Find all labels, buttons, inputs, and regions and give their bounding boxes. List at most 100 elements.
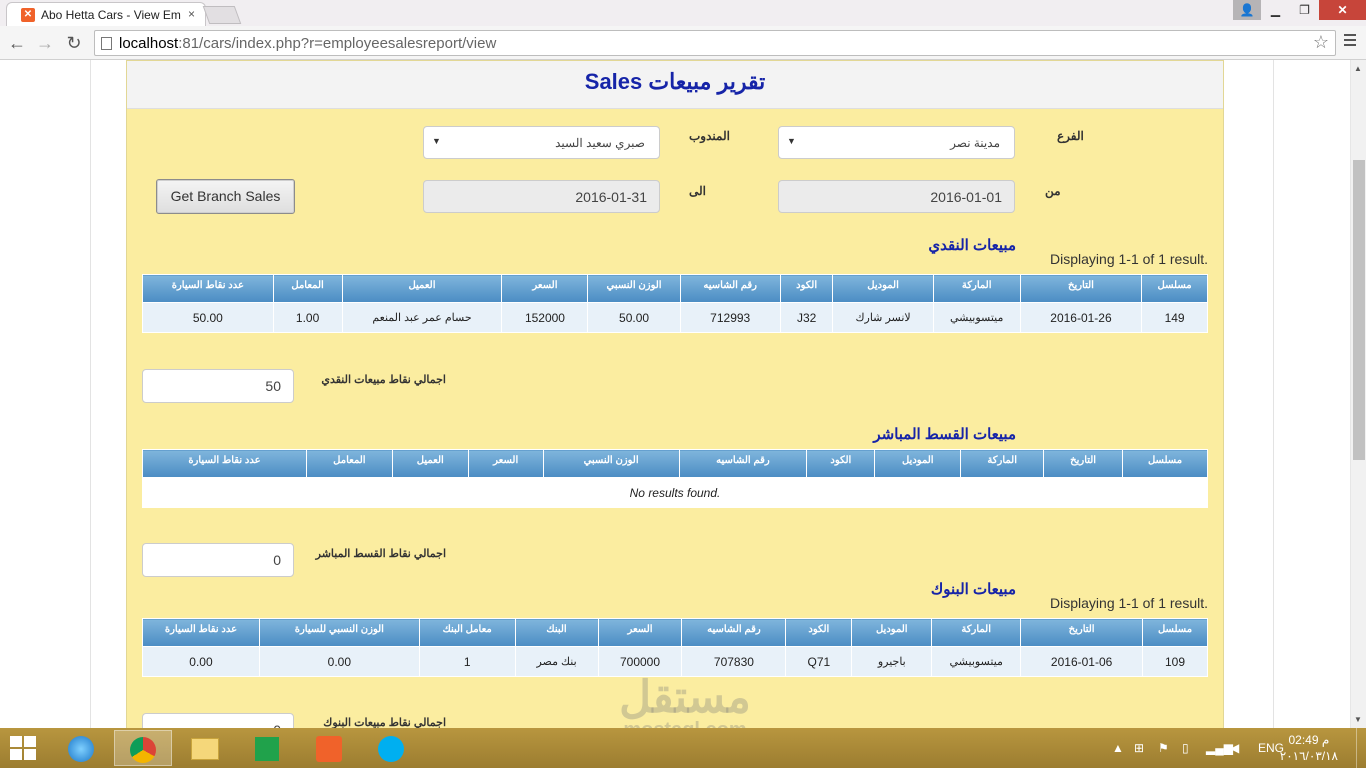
scroll-up-arrow-icon[interactable]: ▲ — [1354, 64, 1362, 73]
show-hidden-icons-icon[interactable]: ▲ — [1112, 741, 1124, 755]
windows-start-icon[interactable] — [10, 736, 38, 760]
page-scrollbar[interactable]: ▲ ▼ — [1350, 60, 1366, 728]
restore-button[interactable]: ❐ — [1290, 0, 1319, 20]
table-cell: 1 — [418, 646, 516, 677]
action-center-flag-icon[interactable]: ⚑ — [1158, 741, 1169, 755]
from-label: من — [1045, 184, 1061, 198]
column-header[interactable]: رقم الشاسيه — [679, 274, 781, 303]
column-header[interactable]: الوزن النسبي للسيارة — [258, 618, 420, 647]
rep-select[interactable]: صبري سعيد السيد ▼ — [423, 126, 660, 159]
table-cell: 1.00 — [272, 302, 343, 333]
table-cell: ميتسوبيشي — [931, 646, 1022, 677]
from-date-input[interactable]: 2016-01-01 — [778, 180, 1015, 213]
browser-tab[interactable]: ✕ Abo Hetta Cars - View Em × — [6, 2, 206, 26]
tab-close-button[interactable]: × — [188, 7, 195, 21]
column-header[interactable]: التاريخ — [1019, 274, 1143, 303]
close-window-button[interactable]: ✕ — [1319, 0, 1366, 20]
column-header[interactable]: الوزن النسبي — [542, 449, 680, 478]
column-header[interactable]: الماركة — [932, 274, 1021, 303]
column-header[interactable]: الكود — [779, 274, 834, 303]
table-cell: 707830 — [681, 646, 787, 677]
table-cell: 0.00 — [258, 646, 420, 677]
branch-selected-value: مدينة نصر — [950, 136, 1000, 150]
column-header[interactable]: رقم الشاسيه — [681, 618, 787, 647]
network-signal-icon[interactable]: ▂▄▆ — [1206, 741, 1233, 755]
to-label: الى — [689, 184, 706, 198]
bank-total-input[interactable]: 0 — [142, 713, 294, 728]
installment-total-input[interactable]: 0 — [142, 543, 294, 577]
back-arrow-icon[interactable]: ← — [6, 32, 28, 54]
skype-icon[interactable] — [362, 730, 420, 766]
scroll-down-arrow-icon[interactable]: ▼ — [1354, 715, 1362, 724]
table-cell: 0.00 — [142, 646, 260, 677]
column-header[interactable]: العميل — [341, 274, 503, 303]
installment-sales-table: مسلسل التاريخ الماركة الموديل الكود رقم … — [142, 449, 1208, 508]
column-header[interactable]: السعر — [467, 449, 544, 478]
table-cell: J32 — [779, 302, 834, 333]
column-header[interactable]: عدد نقاط السيارة — [142, 449, 307, 478]
get-branch-sales-button[interactable]: Get Branch Sales — [156, 179, 295, 214]
system-clock[interactable]: 02:49 م ٢٠١٦/٠٣/١٨ — [1280, 732, 1338, 764]
mostaql-watermark: مستقل mostaql.com — [619, 673, 751, 729]
column-header[interactable]: العميل — [391, 449, 469, 478]
page-icon — [101, 37, 112, 50]
column-header[interactable]: عدد نقاط السيارة — [142, 274, 274, 303]
branch-select[interactable]: مدينة نصر ▼ — [778, 126, 1015, 159]
column-header[interactable]: السعر — [597, 618, 683, 647]
table-row: No results found. — [142, 477, 1208, 508]
scrollbar-thumb[interactable] — [1353, 160, 1365, 460]
cash-total-label: اجمالي نقاط مبيعات النقدي — [321, 374, 446, 386]
battery-icon[interactable]: ▯ — [1182, 741, 1189, 755]
column-header[interactable]: الكود — [806, 449, 876, 478]
xampp-icon[interactable] — [300, 730, 358, 766]
bookmark-star-icon[interactable]: ☆ — [1313, 32, 1329, 53]
column-header[interactable]: عدد نقاط السيارة — [142, 618, 260, 647]
minimize-button[interactable]: ▁ — [1261, 0, 1290, 20]
column-header[interactable]: السعر — [501, 274, 589, 303]
cash-total-input[interactable]: 50 — [142, 369, 294, 403]
forward-arrow-icon[interactable]: → — [34, 32, 56, 54]
rep-selected-value: صبري سعيد السيد — [555, 136, 645, 150]
internet-explorer-icon[interactable] — [52, 730, 110, 766]
column-header[interactable]: معامل البنك — [418, 618, 516, 647]
installment-total-label: اجمالي نقاط القسط المباشر — [315, 548, 446, 560]
chrome-icon[interactable] — [114, 730, 172, 766]
column-header[interactable]: مسلسل — [1122, 449, 1208, 478]
store-icon[interactable] — [238, 730, 296, 766]
column-header[interactable]: الموديل — [874, 449, 962, 478]
column-header[interactable]: الموديل — [851, 618, 933, 647]
new-tab-button[interactable] — [202, 6, 242, 24]
column-header[interactable]: مسلسل — [1141, 274, 1208, 303]
column-header[interactable]: الماركة — [960, 449, 1045, 478]
column-header[interactable]: الماركة — [931, 618, 1022, 647]
table-cell: حسام عمر عبد المنعم — [341, 302, 503, 333]
reload-icon[interactable]: ↻ — [63, 32, 85, 54]
column-header[interactable]: التاريخ — [1043, 449, 1124, 478]
column-header[interactable]: التاريخ — [1020, 618, 1144, 647]
installment-sales-title: مبيعات القسط المباشر — [873, 426, 1016, 443]
column-header[interactable]: رقم الشاسيه — [678, 449, 808, 478]
chrome-menu-icon[interactable] — [1344, 34, 1356, 49]
column-header[interactable]: المعامل — [272, 274, 343, 303]
dropdown-caret-icon: ▼ — [787, 136, 796, 146]
volume-muted-icon[interactable]: ◀ — [1230, 741, 1239, 755]
file-explorer-icon[interactable] — [176, 730, 234, 766]
table-cell: باجيرو — [851, 646, 933, 677]
column-header[interactable]: الموديل — [832, 274, 934, 303]
table-cell: 2016-01-26 — [1019, 302, 1143, 333]
column-header[interactable]: مسلسل — [1142, 618, 1208, 647]
column-header[interactable]: الوزن النسبي — [587, 274, 681, 303]
rep-label: المندوب — [689, 129, 730, 143]
show-desktop-button[interactable] — [1356, 728, 1366, 768]
page-viewport: تقرير مبيعات Sales الفرع مدينة نصر ▼ الم… — [0, 60, 1366, 728]
browser-toolbar: ← → ↻ localhost:81/cars/index.php?r=empl… — [0, 26, 1366, 60]
to-date-input[interactable]: 2016-01-31 — [423, 180, 660, 213]
windows-tray-icon[interactable]: ⊞ — [1134, 741, 1144, 755]
user-profile-icon[interactable]: 👤 — [1233, 0, 1261, 20]
browser-titlebar: ✕ Abo Hetta Cars - View Em × 👤 ▁ ❐ ✕ — [0, 0, 1366, 26]
column-header[interactable]: المعامل — [305, 449, 393, 478]
column-header[interactable]: الكود — [785, 618, 853, 647]
address-bar[interactable]: localhost:81/cars/index.php?r=employeesa… — [94, 30, 1336, 56]
column-header[interactable]: البنك — [514, 618, 599, 647]
table-cell: 50.00 — [587, 302, 681, 333]
